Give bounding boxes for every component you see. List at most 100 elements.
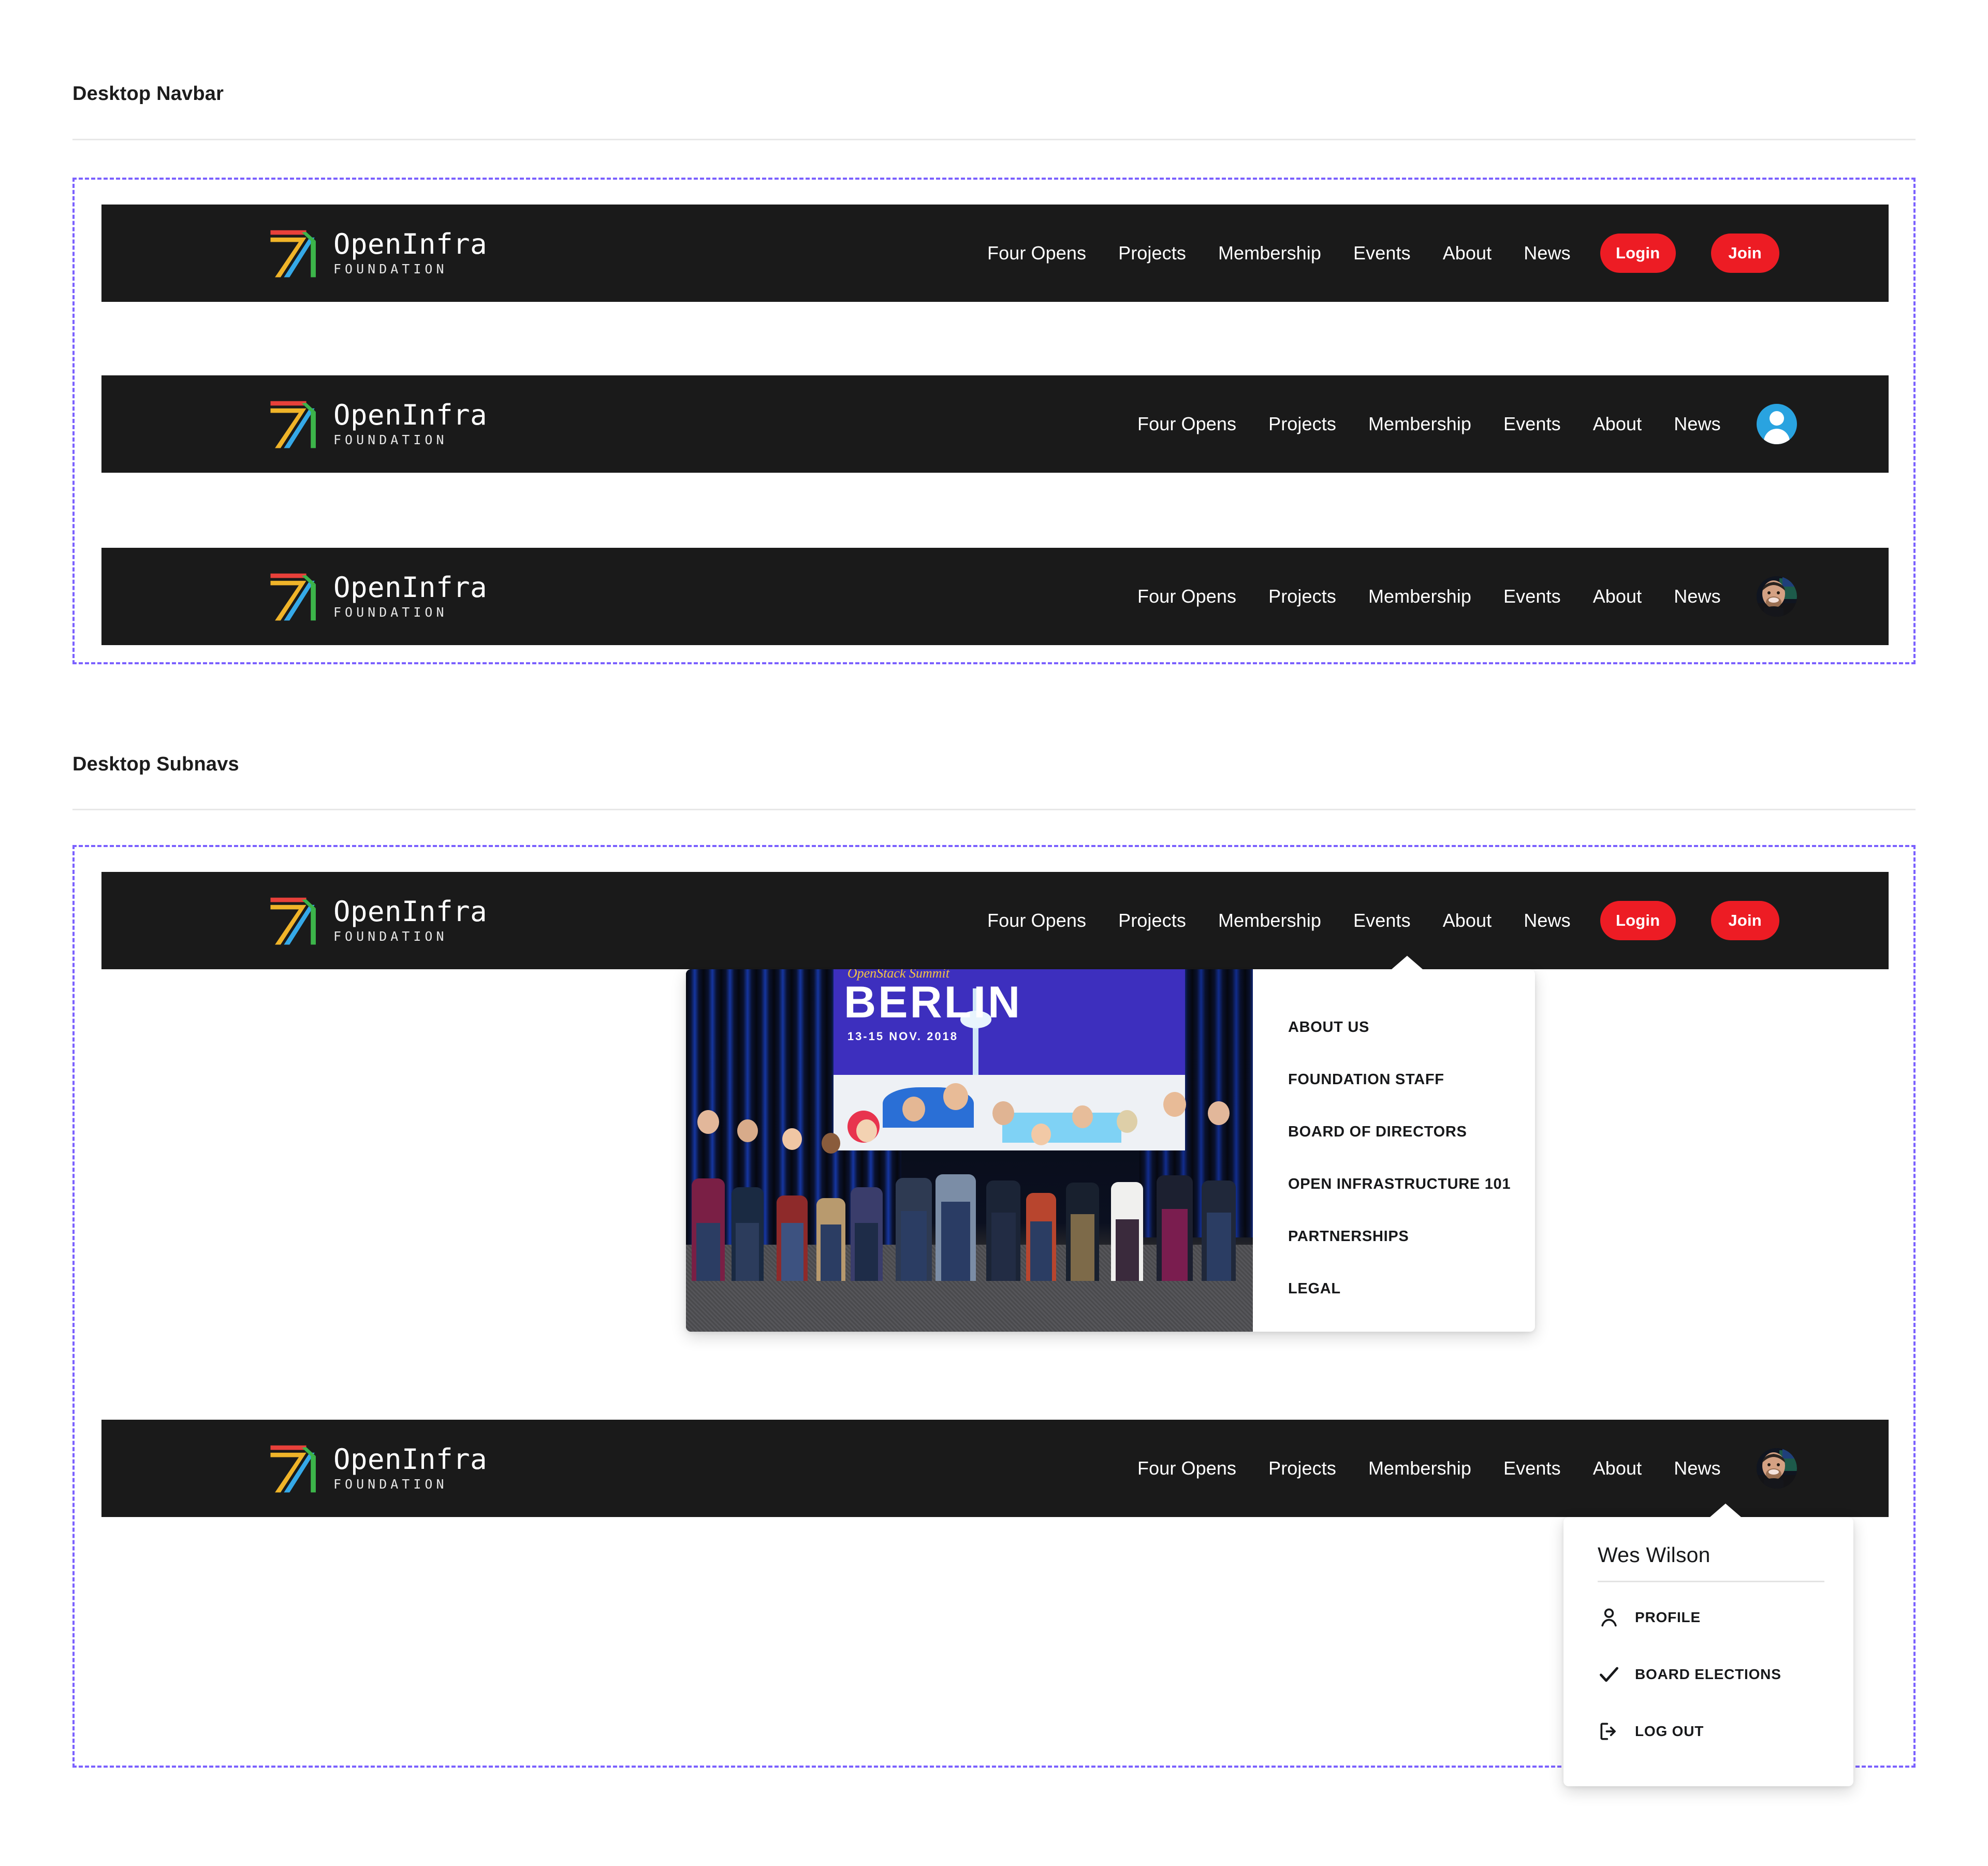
logo[interactable]: OpenInfra FOUNDATION [267,568,487,624]
nav-item-projects[interactable]: Projects [1252,1459,1352,1478]
navbar-logged-in-photo: OpenInfra FOUNDATION Four Opens Projects… [101,548,1889,645]
nav-links-about-subnav: Four Opens Projects Membership Events Ab… [971,872,1779,969]
nav-item-four-opens[interactable]: Four Opens [1121,1459,1252,1478]
login-button[interactable]: Login [1600,901,1676,940]
nav-item-events[interactable]: Events [1487,1459,1577,1478]
logo-subtitle: FOUNDATION [333,928,448,944]
user-dropdown-panel: Wes Wilson PROFILE BOARD ELECTIONS LOG O… [1563,1517,1853,1786]
nav-item-membership[interactable]: Membership [1352,415,1487,433]
logout-icon [1600,1723,1616,1740]
nav-item-membership[interactable]: Membership [1202,244,1337,263]
check-icon [1600,1667,1618,1682]
nav-item-about[interactable]: About [1427,244,1508,263]
section-divider-1 [72,139,1916,140]
logo-wordmark: OpenInfra FOUNDATION [333,1445,487,1491]
logo-subtitle: FOUNDATION [333,604,448,620]
login-button[interactable]: Login [1600,234,1676,273]
logo[interactable]: OpenInfra FOUNDATION [267,893,487,949]
user-dropdown-caret-icon [1710,1504,1741,1517]
menu-item-partnerships[interactable]: PARTNERSHIPS [1288,1228,1535,1245]
nav-item-four-opens[interactable]: Four Opens [971,244,1102,263]
openinfra-logo-icon [270,897,316,945]
logo[interactable]: OpenInfra FOUNDATION [267,225,487,281]
logo-subtitle: FOUNDATION [333,432,448,447]
nav-item-projects[interactable]: Projects [1102,911,1202,930]
nav-item-news[interactable]: News [1508,911,1586,930]
logo[interactable]: OpenInfra FOUNDATION [267,396,487,452]
nav-item-about[interactable]: About [1577,587,1658,606]
join-button[interactable]: Join [1711,901,1779,940]
nav-item-membership[interactable]: Membership [1352,587,1487,606]
menu-item-about-us[interactable]: ABOUT US [1288,1019,1535,1036]
nav-item-about[interactable]: About [1577,415,1658,433]
openinfra-logo-icon [270,573,316,621]
nav-item-four-opens[interactable]: Four Opens [1121,415,1252,433]
avatar-head [1769,411,1784,426]
navbar-logged-out: OpenInfra FOUNDATION Four Opens Projects… [101,205,1889,302]
logo-subtitle: FOUNDATION [333,261,448,276]
logo-name: OpenInfra [333,228,488,261]
user-menu-item-board-elections[interactable]: BOARD ELECTIONS [1598,1663,1824,1686]
nav-item-news[interactable]: News [1508,244,1586,263]
nav-item-news[interactable]: News [1658,1459,1736,1478]
nav-item-events[interactable]: Events [1337,911,1427,930]
user-menu-item-log-out[interactable]: LOG OUT [1598,1720,1824,1743]
nav-item-projects[interactable]: Projects [1252,587,1352,606]
logo-name: OpenInfra [333,1443,488,1476]
section-title-desktop-subnavs: Desktop Subnavs [72,753,239,775]
user-photo-avatar-icon[interactable] [1756,576,1797,617]
section-divider-2 [72,809,1916,810]
menu-item-legal[interactable]: LEGAL [1288,1280,1535,1298]
join-button[interactable]: Join [1711,234,1779,273]
nav-item-about[interactable]: About [1577,1459,1658,1478]
openinfra-logo-icon [270,401,316,448]
group-of-people [686,1056,1253,1281]
nav-item-four-opens[interactable]: Four Opens [971,911,1102,930]
logo-name: OpenInfra [333,571,488,604]
nav-item-news[interactable]: News [1658,587,1736,606]
logo[interactable]: OpenInfra FOUNDATION [267,1440,487,1496]
user-name-label: Wes Wilson [1598,1543,1711,1567]
default-user-avatar-icon[interactable] [1756,404,1797,444]
navbar-logged-in-default: OpenInfra FOUNDATION Four Opens Projects… [101,375,1889,473]
logo-wordmark: OpenInfra FOUNDATION [333,230,487,276]
nav-item-four-opens[interactable]: Four Opens [1121,587,1252,606]
user-menu-item-profile[interactable]: PROFILE [1598,1606,1824,1629]
about-dropdown-panel: OpenStack Summit BERLIN 13-15 NOV. 2018 [686,969,1535,1332]
logo-wordmark: OpenInfra FOUNDATION [333,401,487,447]
about-dropdown-image: OpenStack Summit BERLIN 13-15 NOV. 2018 [686,969,1253,1332]
user-menu-label-profile: PROFILE [1635,1609,1701,1625]
nav-item-membership[interactable]: Membership [1202,911,1337,930]
logo-subtitle: FOUNDATION [333,1476,448,1492]
nav-item-projects[interactable]: Projects [1252,415,1352,433]
nav-links-logged-in-default: Four Opens Projects Membership Events Ab… [1121,375,1797,473]
avatar-photo-art [1756,1448,1797,1489]
openinfra-logo-icon [270,1445,316,1493]
person-icon [1601,1608,1617,1627]
logo-name: OpenInfra [333,399,488,432]
logo-wordmark: OpenInfra FOUNDATION [333,573,487,619]
nav-item-about[interactable]: About [1427,911,1508,930]
menu-item-foundation-staff[interactable]: FOUNDATION STAFF [1288,1071,1535,1088]
menu-item-board-of-directors[interactable]: BOARD OF DIRECTORS [1288,1124,1535,1141]
banner-title: BERLIN [844,978,1022,1028]
about-dropdown-menu: ABOUT US FOUNDATION STAFF BOARD OF DIREC… [1253,969,1535,1332]
user-menu-label-board-elections: BOARD ELECTIONS [1635,1666,1781,1682]
user-panel-divider [1598,1581,1824,1582]
nav-item-events[interactable]: Events [1337,244,1427,263]
nav-item-membership[interactable]: Membership [1352,1459,1487,1478]
about-dropdown-caret-icon [1392,956,1423,969]
section-title-desktop-navbar: Desktop Navbar [72,83,224,105]
user-photo-avatar-icon[interactable] [1756,1448,1797,1489]
logo-wordmark: OpenInfra FOUNDATION [333,897,487,943]
nav-item-news[interactable]: News [1658,415,1736,433]
menu-item-open-infrastructure-101[interactable]: OPEN INFRASTRUCTURE 101 [1288,1176,1535,1193]
navbar-about-subnav: OpenInfra FOUNDATION Four Opens Projects… [101,872,1889,969]
avatar-body [1763,429,1790,444]
nav-links-user-subnav: Four Opens Projects Membership Events Ab… [1121,1420,1797,1517]
nav-item-projects[interactable]: Projects [1102,244,1202,263]
nav-item-events[interactable]: Events [1487,415,1577,433]
openinfra-logo-icon [270,230,316,278]
nav-item-events[interactable]: Events [1487,587,1577,606]
nav-links-logged-in-photo: Four Opens Projects Membership Events Ab… [1121,548,1797,645]
